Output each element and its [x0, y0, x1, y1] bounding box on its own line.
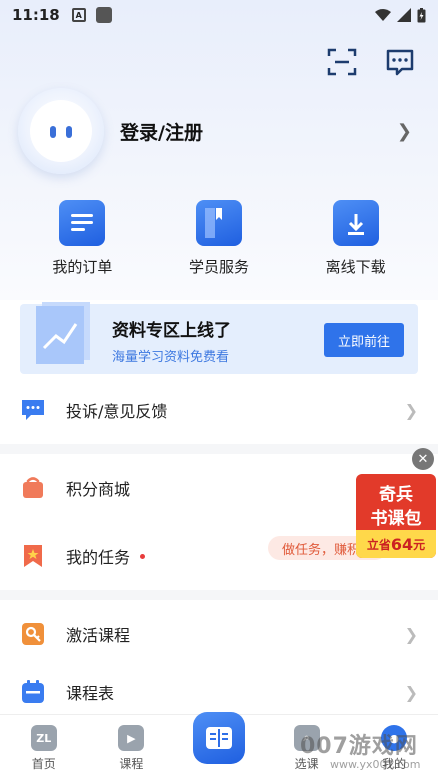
menu-label: 激活课程 — [66, 626, 131, 645]
quick-student-service[interactable]: 学员服务 — [164, 200, 274, 277]
watermark-logo: 007游戏网 — [300, 734, 418, 759]
home-icon: ZL — [30, 725, 57, 751]
wifi-icon — [375, 9, 391, 21]
banner-title: 资料专区上线了 — [112, 321, 231, 341]
quick-label: 离线下载 — [325, 258, 386, 276]
key-icon — [20, 621, 46, 647]
menu-schedule[interactable]: 课程表 ❯ — [0, 672, 438, 712]
chevron-right-icon: ❯ — [404, 624, 418, 644]
status-bar: 11:18 A — [0, 0, 438, 30]
tab-home[interactable]: ZL 首页 — [9, 725, 79, 772]
feedback-icon — [20, 397, 46, 423]
top-toolbar — [326, 46, 416, 78]
menu-label: 积分商城 — [66, 480, 131, 499]
section-divider — [0, 444, 438, 454]
book-bundle-ad[interactable]: 奇兵 书课包 立省 64 元 — [356, 474, 436, 558]
red-dot-badge — [140, 553, 146, 559]
signal-icon — [397, 8, 411, 22]
go-now-button[interactable]: 立即前往 — [324, 323, 404, 357]
calendar-icon — [20, 679, 46, 705]
menu-activate-course[interactable]: 激活课程 ❯ — [0, 604, 438, 664]
quick-label: 学员服务 — [188, 258, 249, 276]
tab-courses[interactable]: ▶ 课程 — [96, 725, 166, 772]
chevron-right-icon: ❯ — [404, 682, 418, 702]
ad-amount: 64 — [390, 534, 414, 554]
status-right — [375, 7, 426, 23]
quick-actions: 我的订单 学员服务 离线下载 — [0, 200, 438, 277]
profile-row[interactable]: 登录/注册 ❯ — [18, 88, 418, 174]
login-register-label[interactable]: 登录/注册 — [120, 118, 203, 145]
book-icon — [195, 200, 242, 246]
notification-a-icon: A — [71, 8, 86, 22]
tab-study-center[interactable] — [184, 712, 254, 772]
ad-line1: 奇兵 — [379, 485, 413, 505]
status-time: 11:18 — [12, 6, 60, 24]
menu-label: 我的任务 — [66, 548, 131, 567]
banner-subtitle: 海量学习资料免费看 — [112, 350, 230, 365]
order-list-icon — [59, 200, 106, 246]
bookmark-star-icon — [20, 543, 46, 569]
menu-label: 投诉/意见反馈 — [66, 402, 168, 421]
shopping-bag-icon — [20, 475, 46, 501]
chevron-right-icon: ❯ — [404, 400, 418, 420]
notification-square-icon — [95, 7, 112, 23]
avatar[interactable] — [18, 88, 104, 174]
menu-label: 课程表 — [66, 684, 115, 703]
play-icon: ▶ — [118, 725, 145, 751]
ad-savings: 立省 64 元 — [356, 530, 436, 558]
avatar-face-icon — [30, 100, 92, 162]
close-icon[interactable]: ✕ — [412, 448, 434, 470]
message-icon[interactable] — [384, 46, 416, 78]
materials-banner[interactable]: 资料专区上线了 海量学习资料免费看 立即前往 — [20, 302, 418, 374]
section-divider — [0, 590, 438, 600]
menu-feedback[interactable]: 投诉/意见反馈 ❯ — [0, 380, 438, 440]
ad-line2: 书课包 — [370, 509, 422, 529]
open-book-icon — [192, 712, 245, 764]
tab-label: 课程 — [119, 757, 144, 771]
download-folder-icon — [332, 200, 379, 246]
scan-icon[interactable] — [326, 46, 358, 78]
battery-icon — [417, 7, 426, 22]
quick-my-orders[interactable]: 我的订单 — [27, 200, 137, 277]
quick-offline-download[interactable]: 离线下载 — [301, 200, 411, 277]
chevron-right-icon: ❯ — [396, 120, 412, 142]
watermark-url: www.yx007.com — [330, 758, 421, 771]
tab-label: 首页 — [31, 757, 56, 771]
quick-label: 我的订单 — [52, 258, 113, 276]
ad-unit: 元 — [413, 537, 426, 552]
document-chart-icon — [36, 302, 90, 364]
ad-prefix: 立省 — [366, 537, 391, 552]
